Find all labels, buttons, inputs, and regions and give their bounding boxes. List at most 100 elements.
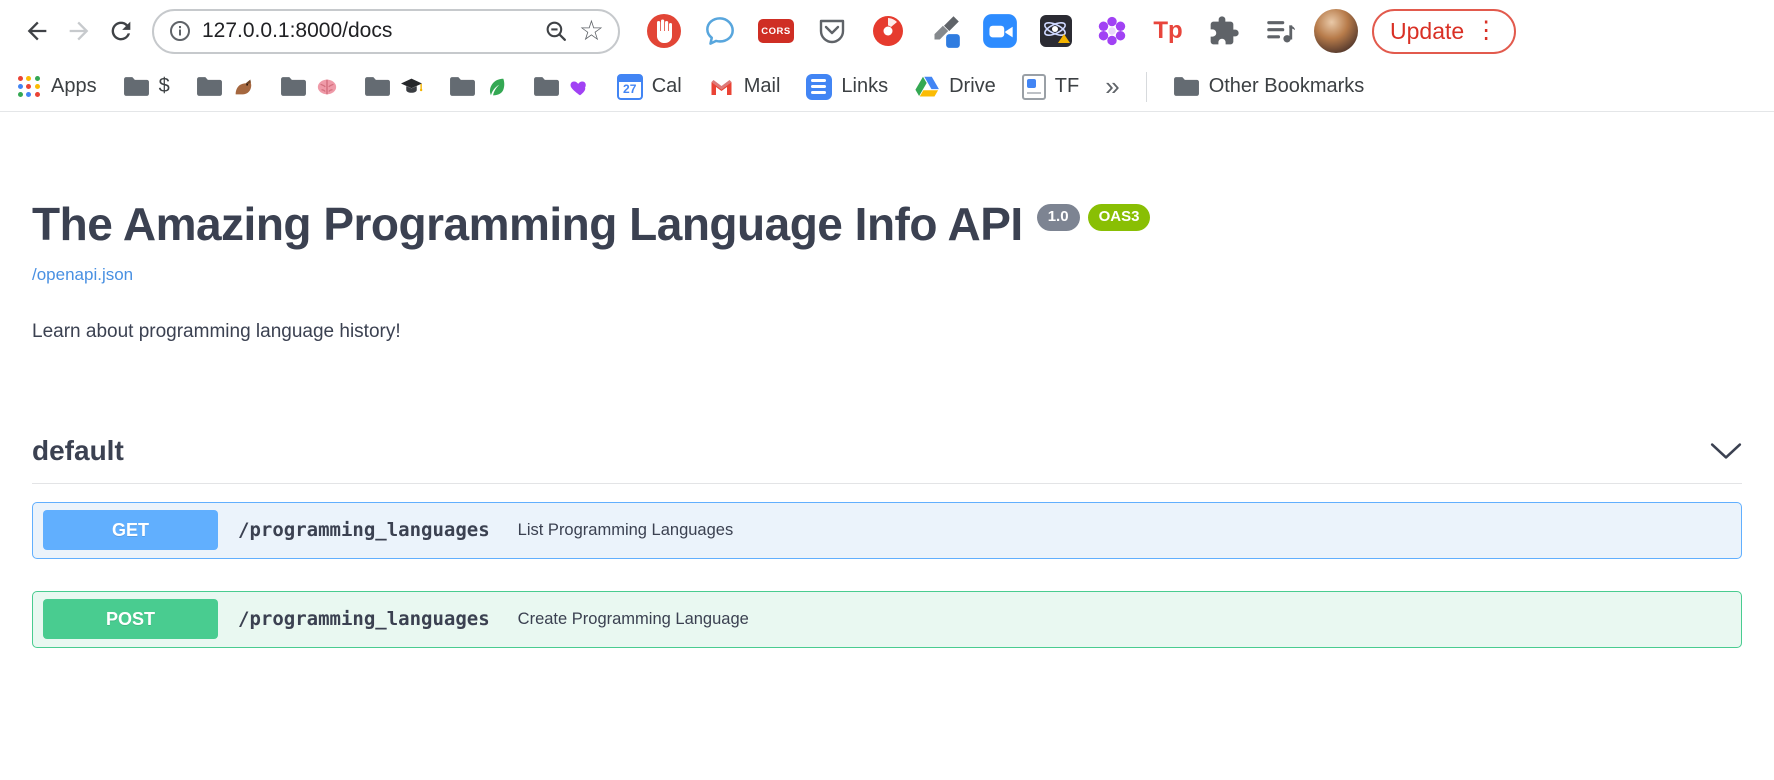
api-title-row: The Amazing Programming Language Info AP… — [32, 198, 1742, 251]
tf-label: TF — [1055, 75, 1079, 98]
folder-icon — [280, 76, 307, 97]
atom-icon — [1038, 13, 1074, 49]
chevron-down-icon[interactable] — [1710, 442, 1742, 460]
eyedropper-icon — [925, 12, 963, 50]
bookmark-other-bookmarks[interactable]: Other Bookmarks — [1173, 75, 1365, 98]
avatar-image — [1314, 9, 1358, 53]
bookmark-tf[interactable]: TF — [1022, 74, 1079, 100]
browser-toolbar: 127.0.0.1:8000/docs ☆ CORS — [0, 0, 1774, 62]
media-queue-button[interactable] — [1258, 9, 1302, 53]
endpoint-path: /programming_languages — [238, 519, 490, 541]
other-bookmarks-label: Other Bookmarks — [1209, 75, 1365, 98]
tp-extension-icon[interactable]: Tp — [1146, 9, 1190, 53]
version-badge: 1.0 — [1037, 204, 1080, 231]
opblock-post-programming-languages[interactable]: POST /programming_languages Create Progr… — [32, 591, 1742, 648]
folder-icon — [533, 76, 560, 97]
red-shutter-icon — [870, 13, 906, 49]
forward-arrow-icon — [65, 17, 93, 45]
gmail-icon — [708, 75, 735, 99]
purple-heart-emoji-icon — [569, 76, 591, 98]
bookmark-folder-brain[interactable] — [280, 76, 338, 98]
zoom-icon[interactable] — [544, 19, 569, 44]
chrome-update-button[interactable]: Update ⋮ — [1372, 9, 1516, 54]
api-description: Learn about programming language history… — [32, 321, 1742, 343]
apps-grid-icon — [16, 74, 42, 100]
drive-icon — [914, 75, 940, 99]
extensions-row: CORS — [642, 9, 1358, 53]
cors-badge: CORS — [758, 19, 794, 43]
calendar-day: 27 — [623, 82, 636, 98]
bookmark-mail[interactable]: Mail — [708, 75, 781, 99]
chat-bubble-extension-icon[interactable] — [698, 9, 742, 53]
info-icon[interactable] — [168, 19, 192, 43]
folder-icon — [196, 76, 223, 97]
bookmarks-bar: Apps $ — [0, 62, 1774, 112]
brain-emoji-icon — [316, 76, 338, 98]
back-arrow-icon — [23, 17, 51, 45]
bookmark-star-icon[interactable]: ☆ — [579, 17, 604, 45]
extensions-puzzle-button[interactable] — [1202, 9, 1246, 53]
links-label: Links — [841, 75, 888, 98]
pocket-extension-icon[interactable] — [810, 9, 854, 53]
folder-icon — [449, 76, 476, 97]
reload-button[interactable] — [100, 10, 142, 52]
speech-bubble-icon — [701, 12, 739, 50]
links-icon — [806, 74, 832, 100]
bookmarks-overflow-chevron[interactable]: » — [1105, 71, 1119, 102]
profile-avatar[interactable] — [1314, 9, 1358, 53]
graduation-cap-emoji-icon — [400, 76, 423, 97]
puzzle-icon — [1208, 15, 1240, 47]
cors-extension-icon[interactable]: CORS — [754, 9, 798, 53]
endpoint-summary: List Programming Languages — [518, 521, 734, 540]
flower-icon — [1095, 14, 1129, 48]
reload-icon — [107, 17, 135, 45]
bookmark-folder-herb[interactable] — [449, 76, 507, 98]
tag-name: default — [32, 435, 124, 467]
video-camera-icon — [981, 12, 1019, 50]
method-badge-get: GET — [43, 510, 218, 550]
update-label: Update — [1390, 18, 1464, 45]
tp-label: Tp — [1153, 17, 1182, 45]
folder-icon — [364, 76, 391, 97]
bookmark-drive[interactable]: Drive — [914, 75, 996, 99]
method-badge-post: POST — [43, 599, 218, 639]
bookmark-folder-horse[interactable] — [196, 76, 254, 98]
forward-button[interactable] — [58, 10, 100, 52]
tf-icon — [1022, 74, 1046, 100]
address-bar[interactable]: 127.0.0.1:8000/docs ☆ — [152, 9, 620, 54]
dollar-label: $ — [159, 75, 170, 98]
api-badges: 1.0 OAS3 — [1037, 204, 1151, 231]
purple-flower-extension-icon[interactable] — [1090, 9, 1134, 53]
bookmark-folder-dollar[interactable]: $ — [123, 75, 170, 98]
herb-emoji-icon — [485, 76, 507, 98]
playlist-icon — [1263, 14, 1297, 48]
eyedropper-extension-icon[interactable] — [922, 9, 966, 53]
folder-icon — [1173, 76, 1200, 97]
mail-label: Mail — [744, 75, 781, 98]
opblock-get-programming-languages[interactable]: GET /programming_languages List Programm… — [32, 502, 1742, 559]
openapi-json-link[interactable]: /openapi.json — [32, 265, 133, 285]
tag-section-default[interactable]: default — [32, 435, 1742, 484]
atom-extension-icon[interactable] — [1034, 9, 1078, 53]
bookmark-apps[interactable]: Apps — [16, 74, 97, 100]
red-shutter-extension-icon[interactable] — [866, 9, 910, 53]
apps-label: Apps — [51, 75, 97, 98]
bookmark-links[interactable]: Links — [806, 74, 888, 100]
bookmark-folder-graduation[interactable] — [364, 76, 423, 97]
hand-icon — [644, 11, 684, 51]
calendar-icon: 27 — [617, 74, 643, 100]
folder-icon — [123, 76, 150, 97]
calendar-label: Cal — [652, 75, 682, 98]
bookmark-calendar[interactable]: 27 Cal — [617, 74, 682, 100]
stop-hand-extension-icon[interactable] — [642, 9, 686, 53]
page-title: The Amazing Programming Language Info AP… — [32, 198, 1023, 251]
bookmark-folder-purple-heart[interactable] — [533, 76, 591, 98]
swagger-ui: The Amazing Programming Language Info AP… — [0, 198, 1774, 648]
zoom-camera-extension-icon[interactable] — [978, 9, 1022, 53]
oas3-badge: OAS3 — [1088, 204, 1151, 231]
endpoint-path: /programming_languages — [238, 608, 490, 630]
url-text[interactable]: 127.0.0.1:8000/docs — [202, 19, 534, 43]
pocket-icon — [814, 13, 850, 49]
back-button[interactable] — [16, 10, 58, 52]
drive-label: Drive — [949, 75, 996, 98]
